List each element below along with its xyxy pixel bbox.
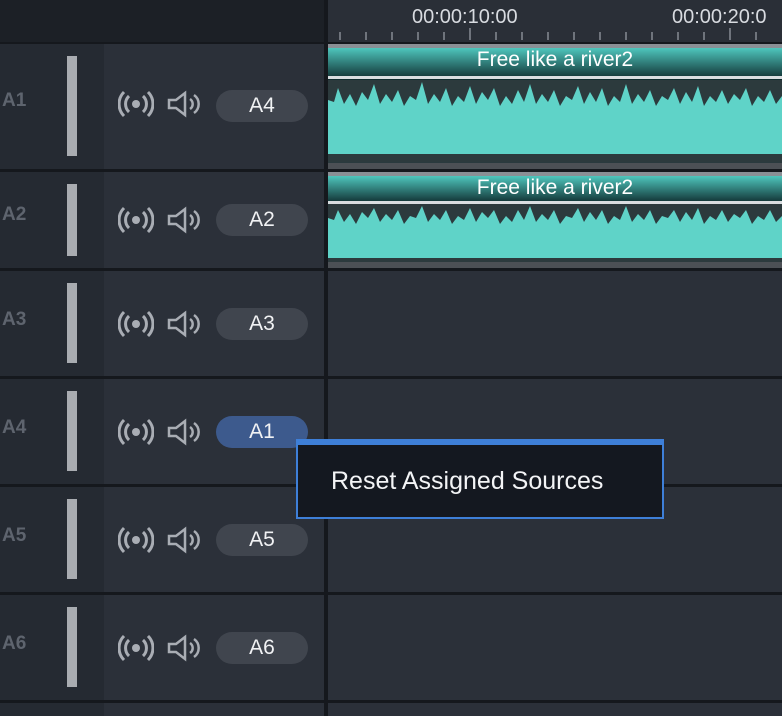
track-label: A4 <box>2 417 27 438</box>
track-separator <box>0 700 782 703</box>
track-header-a5: A5 A5 <box>0 487 324 592</box>
source-assign-button[interactable]: A4 <box>216 90 308 122</box>
ruler-timecode: 00:00:10:00 <box>412 6 518 28</box>
menu-item-reset-assigned-sources[interactable]: Reset Assigned Sources <box>331 467 603 496</box>
audio-clip[interactable]: Free like a river2 <box>328 172 782 268</box>
clip-title: Free like a river2 <box>476 48 634 71</box>
clip-volume-line[interactable] <box>328 76 782 79</box>
timeline-ruler[interactable]: 00:00:10:00 00:00:20:0 <box>328 0 782 44</box>
clip-title: Free like a river2 <box>476 176 634 199</box>
speaker-icon[interactable] <box>166 418 202 446</box>
track-lane-a6[interactable] <box>328 595 782 700</box>
source-assign-button[interactable]: A1 <box>216 416 308 448</box>
broadcast-icon[interactable] <box>118 634 154 662</box>
track-level-bar[interactable] <box>67 391 77 471</box>
track-separator <box>0 268 782 271</box>
speaker-icon[interactable] <box>166 634 202 662</box>
track-header-a7 <box>0 703 324 716</box>
track-level-bar[interactable] <box>67 184 77 256</box>
audio-clip[interactable]: Free like a river2 <box>328 44 782 169</box>
source-assign-button[interactable]: A3 <box>216 308 308 340</box>
track-level-bar[interactable] <box>67 499 77 579</box>
track-label: A6 <box>2 633 27 654</box>
track-label: A5 <box>2 525 27 546</box>
ruler-timecode: 00:00:20:0 <box>672 6 767 28</box>
track-separator <box>0 592 782 595</box>
broadcast-icon[interactable] <box>118 90 154 118</box>
clip-volume-line[interactable] <box>328 201 782 204</box>
track-level-bar[interactable] <box>67 607 77 687</box>
broadcast-icon[interactable] <box>118 526 154 554</box>
broadcast-icon[interactable] <box>118 206 154 234</box>
track-level-bar[interactable] <box>67 283 77 363</box>
track-label: A1 <box>2 90 27 111</box>
track-separator <box>0 376 782 379</box>
source-assign-button[interactable]: A6 <box>216 632 308 664</box>
track-lane-a7[interactable] <box>328 703 782 716</box>
speaker-icon[interactable] <box>166 526 202 554</box>
track-lane-a3[interactable] <box>328 271 782 376</box>
track-header-a3: A3 A3 <box>0 271 324 376</box>
track-header-a6: A6 A6 <box>0 595 324 700</box>
speaker-icon[interactable] <box>166 310 202 338</box>
source-assign-button[interactable]: A5 <box>216 524 308 556</box>
context-menu: Reset Assigned Sources <box>296 439 664 519</box>
ruler-ticks <box>339 28 757 40</box>
ruler-corner <box>0 0 326 44</box>
track-header-a1: A1 A4 <box>0 44 324 169</box>
broadcast-icon[interactable] <box>118 418 154 446</box>
speaker-icon[interactable] <box>166 206 202 234</box>
track-level-bar[interactable] <box>67 56 77 156</box>
broadcast-icon[interactable] <box>118 310 154 338</box>
track-label: A3 <box>2 309 27 330</box>
track-separator <box>0 169 782 172</box>
track-header-a4: A4 A1 <box>0 379 324 484</box>
speaker-icon[interactable] <box>166 90 202 118</box>
track-header-a2: A2 A2 <box>0 172 324 268</box>
source-assign-button[interactable]: A2 <box>216 204 308 236</box>
track-label: A2 <box>2 204 27 225</box>
